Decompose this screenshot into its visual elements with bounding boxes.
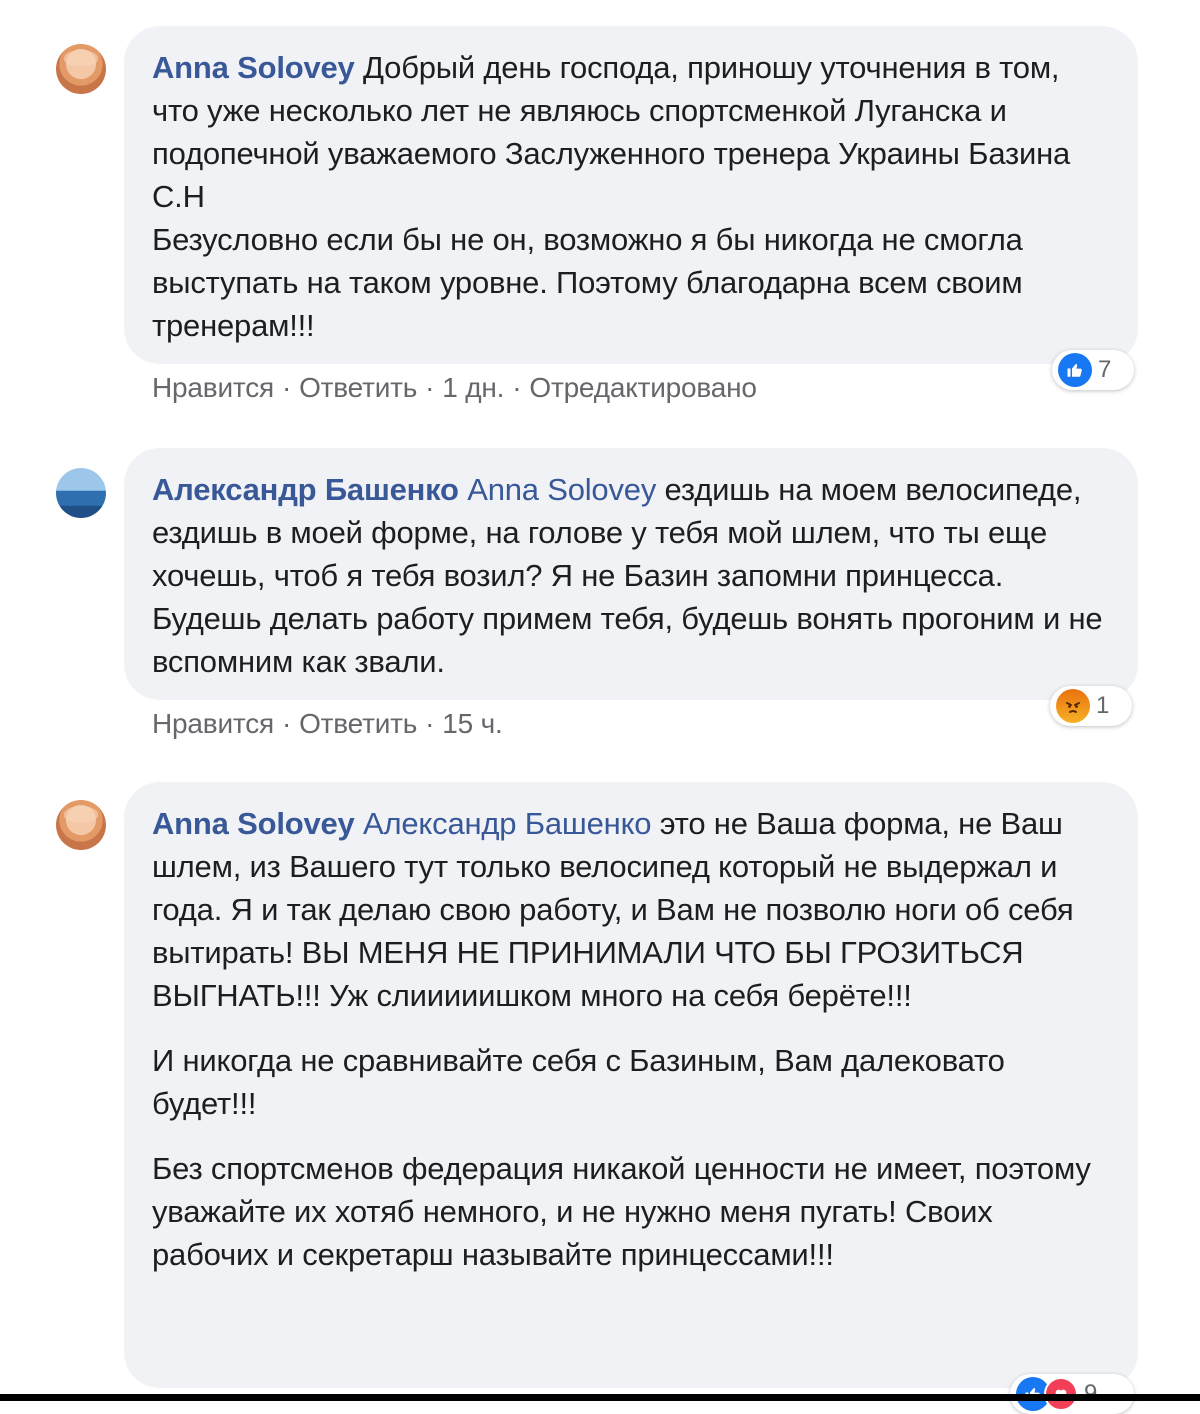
angry-reaction-icon (1056, 689, 1090, 723)
like-link[interactable]: Нравится (152, 372, 274, 403)
bottom-border (0, 1394, 1200, 1401)
avatar[interactable] (56, 800, 106, 850)
author-name[interactable]: Anna Solovey (152, 806, 355, 841)
comment-text: Anna Solovey Александр Башенко это не Ва… (152, 802, 1112, 1017)
paragraph: Безусловно если бы не он, возможно я бы … (152, 222, 1023, 343)
reply-link[interactable]: Ответить (299, 708, 417, 739)
timestamp[interactable]: 1 дн. (442, 372, 504, 403)
paragraph: Без спортсменов федерация никакой ценнос… (152, 1151, 1091, 1272)
mention-link[interactable]: Александр Башенко (363, 806, 651, 841)
separator: · (512, 372, 522, 403)
separator: · (281, 372, 292, 403)
reaction-summary[interactable]: 1 (1050, 686, 1132, 726)
mention-link[interactable]: Anna Solovey (467, 472, 656, 507)
paragraph: И никогда не сравнивайте себя с Базиным,… (152, 1043, 1005, 1121)
separator: · (425, 708, 435, 739)
avatar[interactable] (56, 468, 106, 518)
reaction-count: 1 (1096, 692, 1110, 719)
comment-actions: Нравится · Ответить · 15 ч. (152, 708, 503, 740)
reply-link[interactable]: Ответить (299, 372, 417, 403)
comment-bubble: Александр Башенко Anna Solovey ездишь на… (124, 448, 1138, 700)
comment-bubble: Anna Solovey Добрый день господа, принош… (124, 26, 1138, 364)
edited-label: Отредактировано (529, 372, 757, 403)
separator: · (281, 708, 292, 739)
like-link[interactable]: Нравится (152, 708, 274, 739)
comment-text: Anna Solovey Добрый день господа, принош… (152, 46, 1112, 218)
comment-bubble: Anna Solovey Александр Башенко это не Ва… (124, 782, 1138, 1388)
separator: · (425, 372, 435, 403)
comment-text: Александр Башенко Anna Solovey ездишь на… (152, 468, 1112, 683)
timestamp[interactable]: 15 ч. (442, 708, 502, 739)
reaction-count: 7 (1098, 356, 1112, 383)
comment-actions: Нравится · Ответить · 1 дн. · Отредактировано (152, 372, 757, 404)
avatar[interactable] (56, 44, 106, 94)
reaction-summary[interactable]: 7 (1052, 350, 1134, 390)
author-name[interactable]: Александр Башенко (152, 472, 459, 507)
author-name[interactable]: Anna Solovey (152, 50, 355, 85)
like-reaction-icon (1058, 353, 1092, 387)
